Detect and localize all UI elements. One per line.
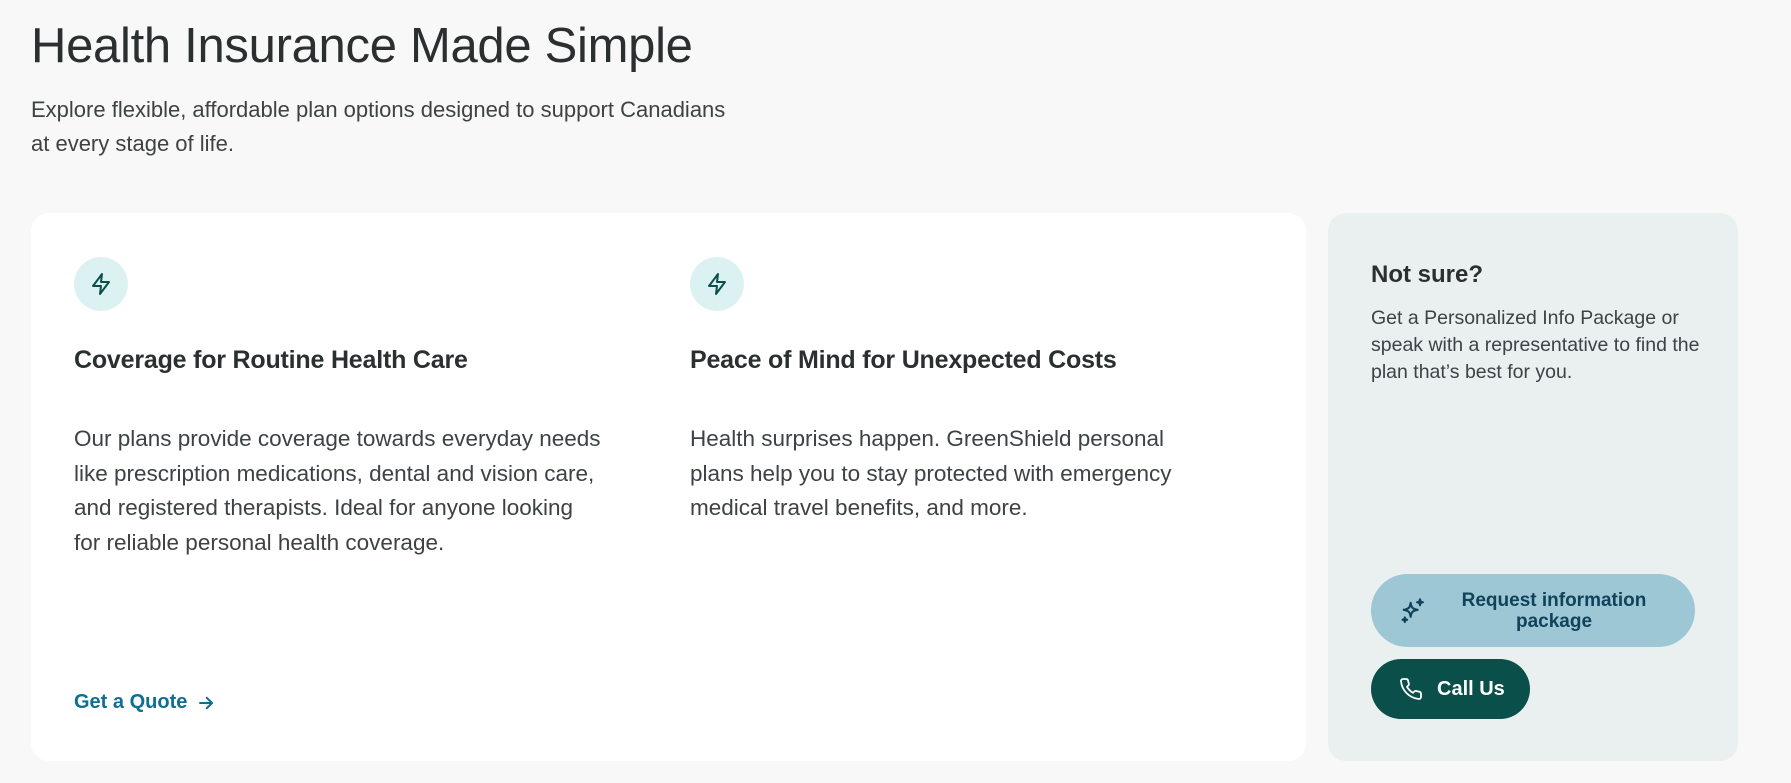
features-card: Coverage for Routine Health Care Our pla… [31, 213, 1306, 761]
arrow-right-icon [197, 694, 215, 712]
feature-description: Health surprises happen. GreenShield per… [690, 426, 1172, 520]
get-a-quote-label: Get a Quote [74, 691, 188, 713]
page-subtitle: Explore flexible, affordable plan option… [31, 97, 726, 156]
get-a-quote-link[interactable]: Get a Quote [74, 691, 215, 714]
help-panel: Not sure? Get a Personalized Info Packag… [1328, 213, 1738, 761]
phone-icon [1399, 677, 1423, 701]
feature-heading: Coverage for Routine Health Care [74, 346, 468, 374]
lightning-icon [690, 257, 744, 311]
call-us-label: Call Us [1437, 677, 1505, 700]
help-panel-title: Not sure? [1371, 261, 1484, 288]
sparkle-icon [1399, 597, 1427, 625]
help-panel-text: Get a Personalized Info Package or speak… [1371, 307, 1700, 383]
feature-heading: Peace of Mind for Unexpected Costs [690, 346, 1117, 374]
request-info-package-label: Request information package [1461, 589, 1647, 632]
feature-description: Our plans provide coverage towards every… [74, 426, 601, 555]
page-title: Health Insurance Made Simple [31, 19, 693, 73]
request-info-package-button[interactable]: Request information package [1371, 574, 1695, 647]
call-us-button[interactable]: Call Us [1371, 659, 1530, 719]
page: Health Insurance Made Simple Explore fle… [0, 0, 1791, 783]
lightning-icon [74, 257, 128, 311]
